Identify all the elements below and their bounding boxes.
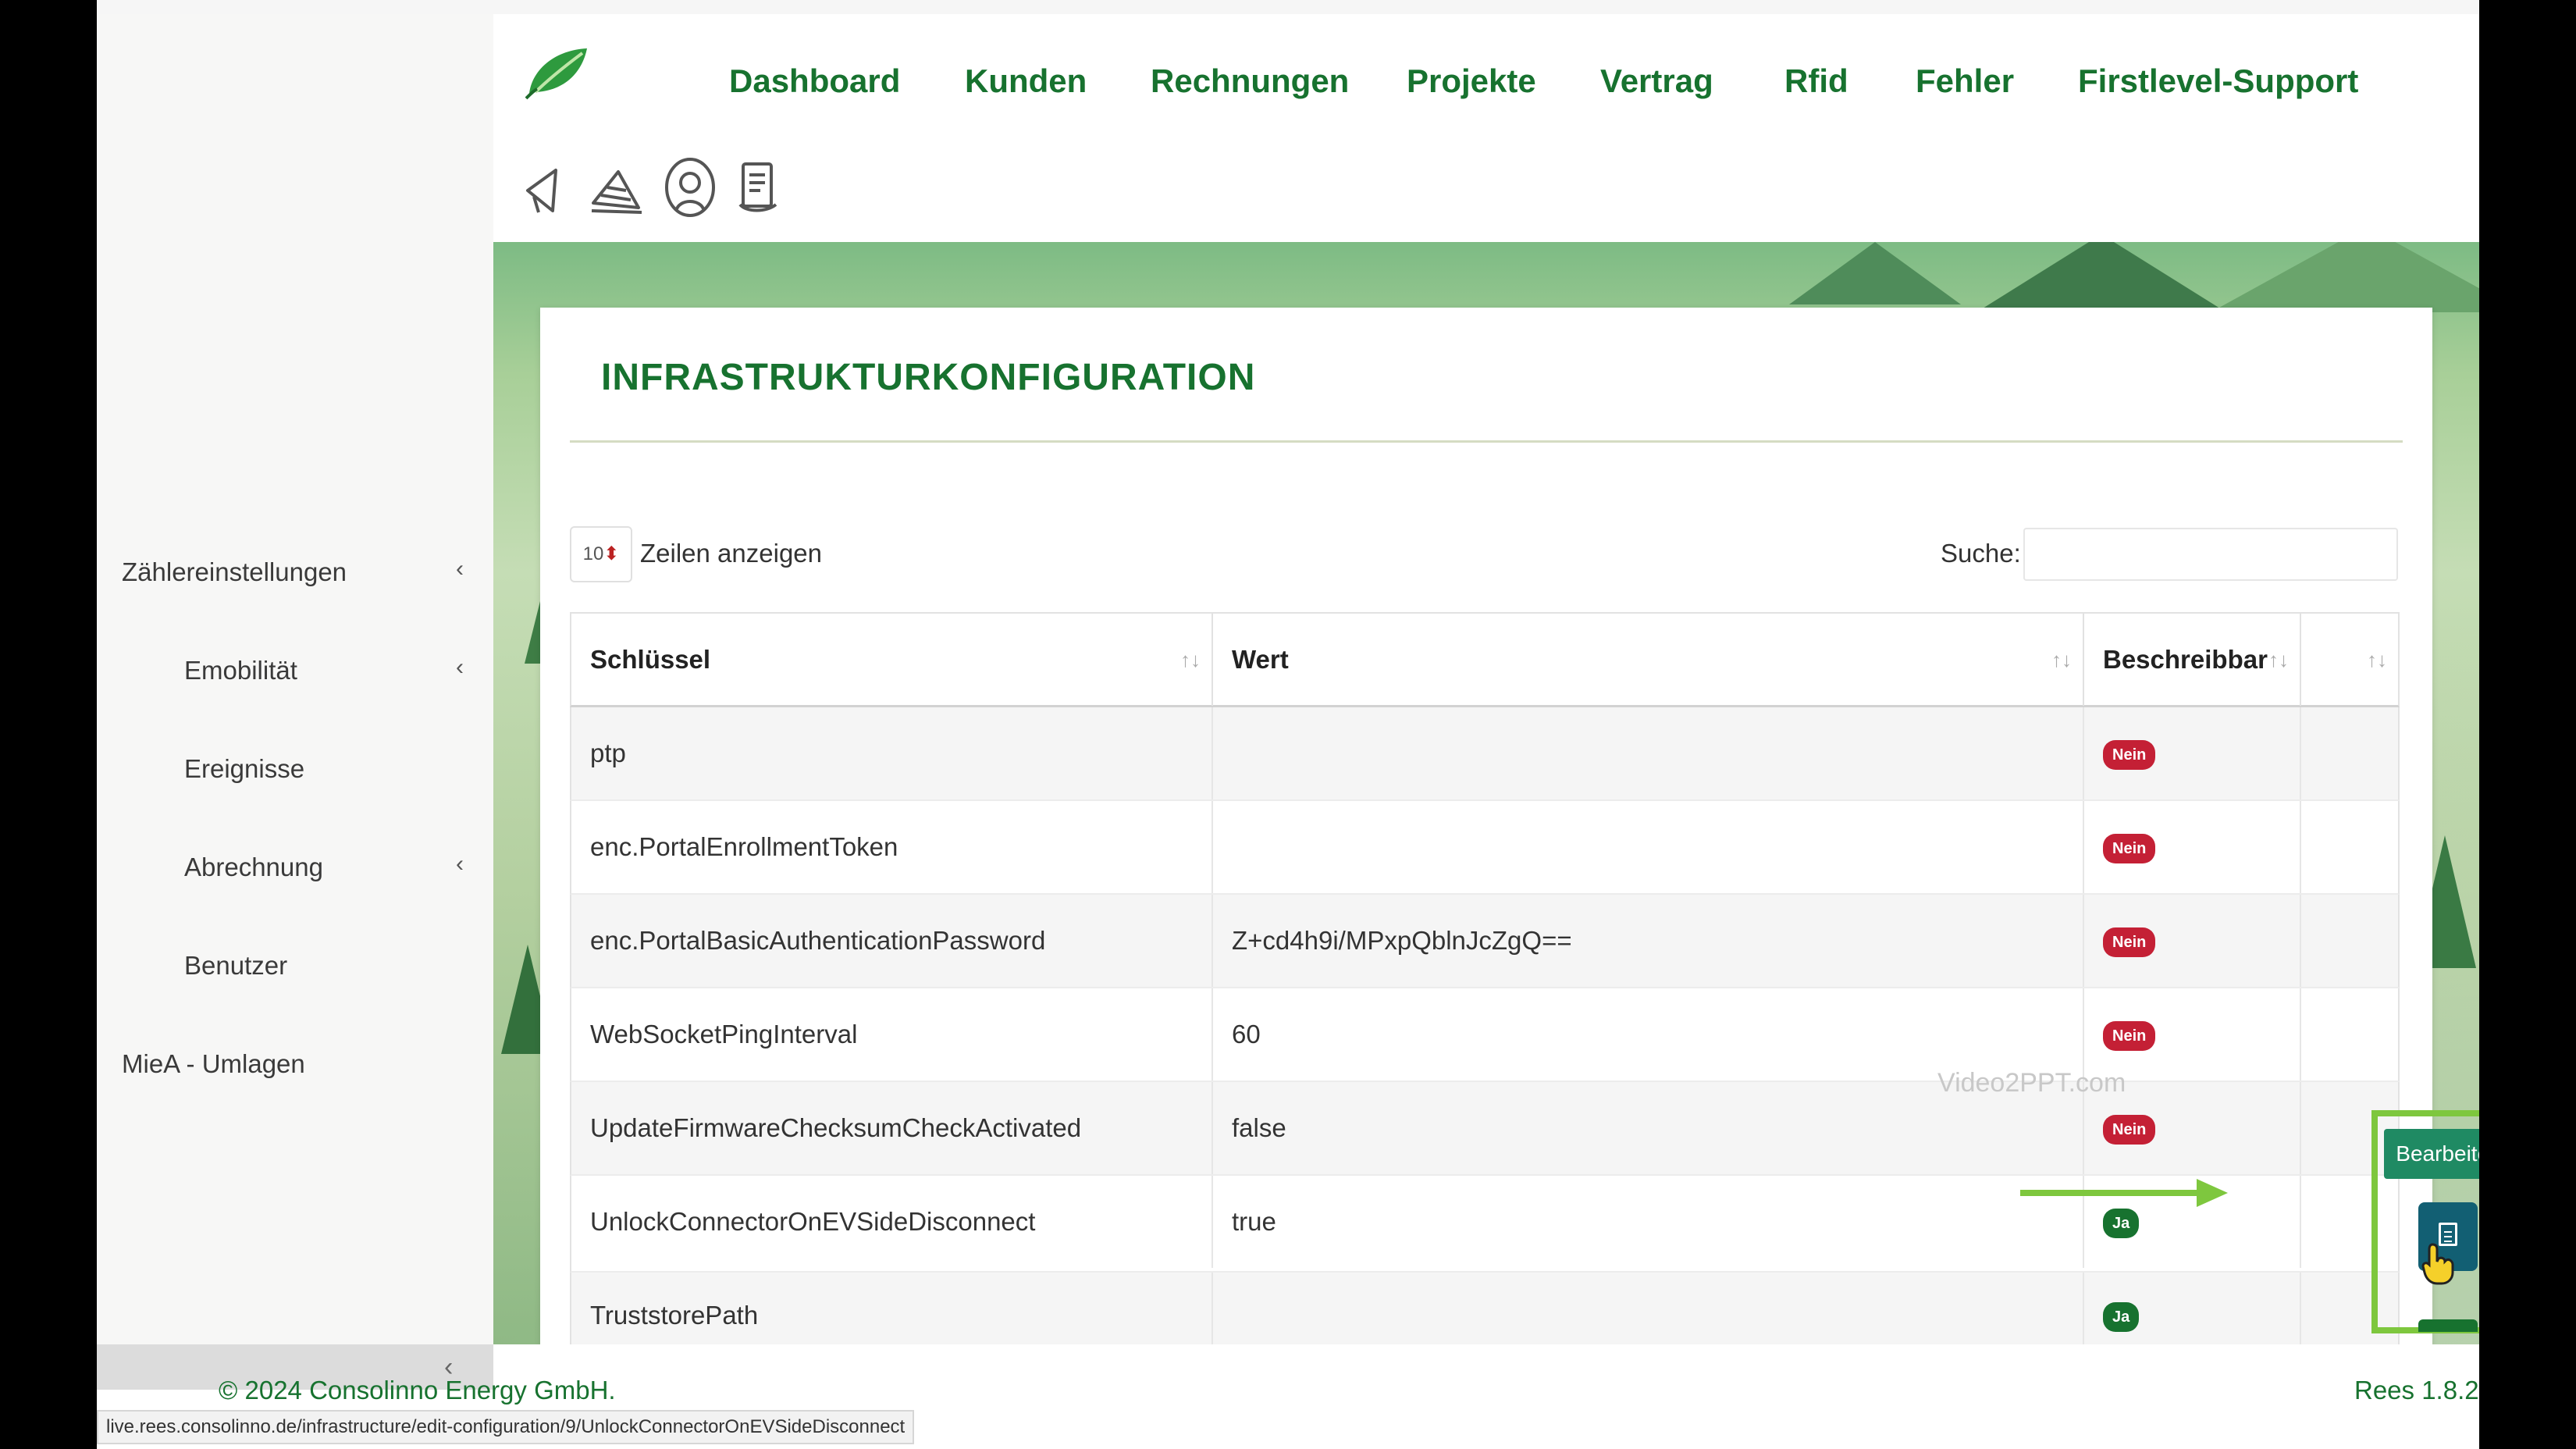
status-badge: Ja — [2103, 1209, 2140, 1239]
edit-button-next-row[interactable] — [2418, 1319, 2478, 1332]
cell-key: UpdateFirmwareChecksumCheckActivated — [571, 1082, 1213, 1174]
status-badge: Nein — [2103, 927, 2156, 958]
sidebar: Zählereinstellungen ‹ Emobilität ‹ Ereig… — [97, 14, 493, 1344]
column-header-wert[interactable]: Wert ↑↓ — [1213, 614, 2084, 706]
search-label: Suche: — [1941, 539, 2021, 568]
watermark: Video2PPT.com — [1937, 1068, 2126, 1098]
cell-actions — [2301, 988, 2398, 1081]
table-row[interactable]: ptp Nein — [570, 707, 2400, 801]
column-header-beschreibbar[interactable]: Beschreibbar ↑↓ — [2084, 614, 2301, 706]
cell-writable: Nein — [2084, 707, 2301, 799]
edit-tooltip: Bearbeiten — [2384, 1129, 2479, 1179]
rows-per-page-label: Zeilen anzeigen — [640, 539, 822, 568]
cell-value — [1213, 707, 2084, 799]
sidebar-item-emobilitaet[interactable]: Emobilität — [184, 656, 297, 685]
nav-firstlevel-support[interactable]: Firstlevel-Support — [2078, 62, 2358, 100]
cell-value — [1213, 801, 2084, 893]
status-badge: Nein — [2103, 1021, 2156, 1052]
search-input[interactable] — [2023, 528, 2398, 581]
cell-key: enc.PortalEnrollmentToken — [571, 801, 1213, 893]
sidebar-item-abrechnung[interactable]: Abrechnung — [184, 853, 323, 882]
nav-vertrag[interactable]: Vertrag — [1600, 62, 1713, 100]
chevron-left-icon[interactable]: ‹ — [456, 654, 464, 681]
cell-key: TruststorePath — [571, 1273, 1213, 1346]
cell-value: 60 — [1213, 988, 2084, 1081]
table-row[interactable]: enc.PortalEnrollmentToken Nein — [570, 801, 2400, 895]
footer-version: Rees 1.8.2 — [2354, 1376, 2479, 1404]
hand-cursor-icon — [2421, 1243, 2454, 1285]
column-header-label: Wert — [1232, 645, 1289, 674]
app-frame: Zählereinstellungen ‹ Emobilität ‹ Ereig… — [97, 0, 2479, 1449]
cell-actions — [2301, 707, 2398, 799]
document-list-icon[interactable] — [731, 156, 790, 222]
sidebar-item-miea-umlagen[interactable]: MieA - Umlagen — [122, 1049, 305, 1079]
column-header-label: Beschreibbar — [2103, 645, 2268, 674]
cell-writable: Nein — [2084, 801, 2301, 893]
header: Dashboard Kunden Rechnungen Projekte Ver… — [493, 14, 2479, 242]
column-header-actions[interactable]: ↑↓ — [2301, 614, 2398, 706]
nav-rfid[interactable]: Rfid — [1784, 62, 1848, 100]
cell-writable: Nein — [2084, 895, 2301, 987]
sort-arrows-icon: ⬍ — [603, 543, 620, 564]
cell-key: UnlockConnectorOnEVSideDisconnect — [571, 1176, 1213, 1268]
page-title: INFRASTRUKTURKONFIGURATION — [601, 357, 1256, 398]
cell-writable: Nein — [2084, 988, 2301, 1081]
nav-dashboard[interactable]: Dashboard — [729, 62, 900, 100]
cell-value: Z+cd4h9i/MPxpQblnJcZgQ== — [1213, 895, 2084, 987]
leaf-logo-icon[interactable] — [525, 45, 590, 100]
status-badge: Nein — [2103, 1115, 2156, 1145]
sort-icon[interactable]: ↑↓ — [2051, 614, 2072, 706]
sidebar-item-benutzer[interactable]: Benutzer — [184, 951, 287, 981]
sort-icon[interactable]: ↑↓ — [1180, 614, 1201, 706]
sidebar-item-ereignisse[interactable]: Ereignisse — [184, 754, 304, 784]
arrow-right-icon — [2020, 1179, 2228, 1207]
cell-key: WebSocketPingInterval — [571, 988, 1213, 1081]
sidebar-item-zaehlereinstellungen[interactable]: Zählereinstellungen — [122, 557, 347, 587]
cell-key: ptp — [571, 707, 1213, 799]
sort-icon[interactable]: ↑↓ — [2268, 614, 2289, 706]
nav-fehler[interactable]: Fehler — [1916, 62, 2014, 100]
nav-rechnungen[interactable]: Rechnungen — [1151, 62, 1349, 100]
table-row[interactable]: enc.PortalBasicAuthenticationPassword Z+… — [570, 895, 2400, 988]
column-header-schluessel[interactable]: Schlüssel ↑↓ — [571, 614, 1213, 706]
status-badge: Nein — [2103, 834, 2156, 864]
cone-icon[interactable] — [587, 156, 646, 222]
title-divider — [570, 440, 2403, 443]
cell-actions — [2301, 895, 2398, 987]
browser-status-url: live.rees.consolinno.de/infrastructure/e… — [97, 1410, 915, 1444]
nav-kunden[interactable]: Kunden — [965, 62, 1087, 100]
nav-projekte[interactable]: Projekte — [1407, 62, 1536, 100]
footer-copyright: © 2024 Consolinno Energy GmbH. — [219, 1376, 616, 1404]
support-agent-icon[interactable] — [660, 156, 720, 222]
megaphone-icon[interactable] — [517, 156, 576, 222]
column-header-label: Schlüssel — [590, 645, 711, 674]
table-row[interactable]: TruststorePath Ja — [570, 1273, 2400, 1346]
cell-value: true — [1213, 1176, 2084, 1268]
chevron-left-icon[interactable]: ‹ — [456, 851, 464, 878]
status-badge: Nein — [2103, 740, 2156, 771]
cell-value — [1213, 1273, 2084, 1346]
chevron-left-icon[interactable]: ‹ — [456, 556, 464, 582]
cell-writable: Ja — [2084, 1273, 2301, 1346]
rows-per-page-select[interactable]: 10⬍ — [570, 526, 632, 582]
browser-top-strip — [97, 0, 2479, 16]
rows-per-page-value: 10 — [582, 543, 604, 564]
cell-key: enc.PortalBasicAuthenticationPassword — [571, 895, 1213, 987]
table-header: Schlüssel ↑↓ Wert ↑↓ Beschreibbar ↑↓ ↑↓ — [570, 612, 2400, 707]
sort-icon[interactable]: ↑↓ — [2367, 614, 2387, 706]
cell-actions — [2301, 801, 2398, 893]
status-badge: Ja — [2103, 1302, 2140, 1333]
